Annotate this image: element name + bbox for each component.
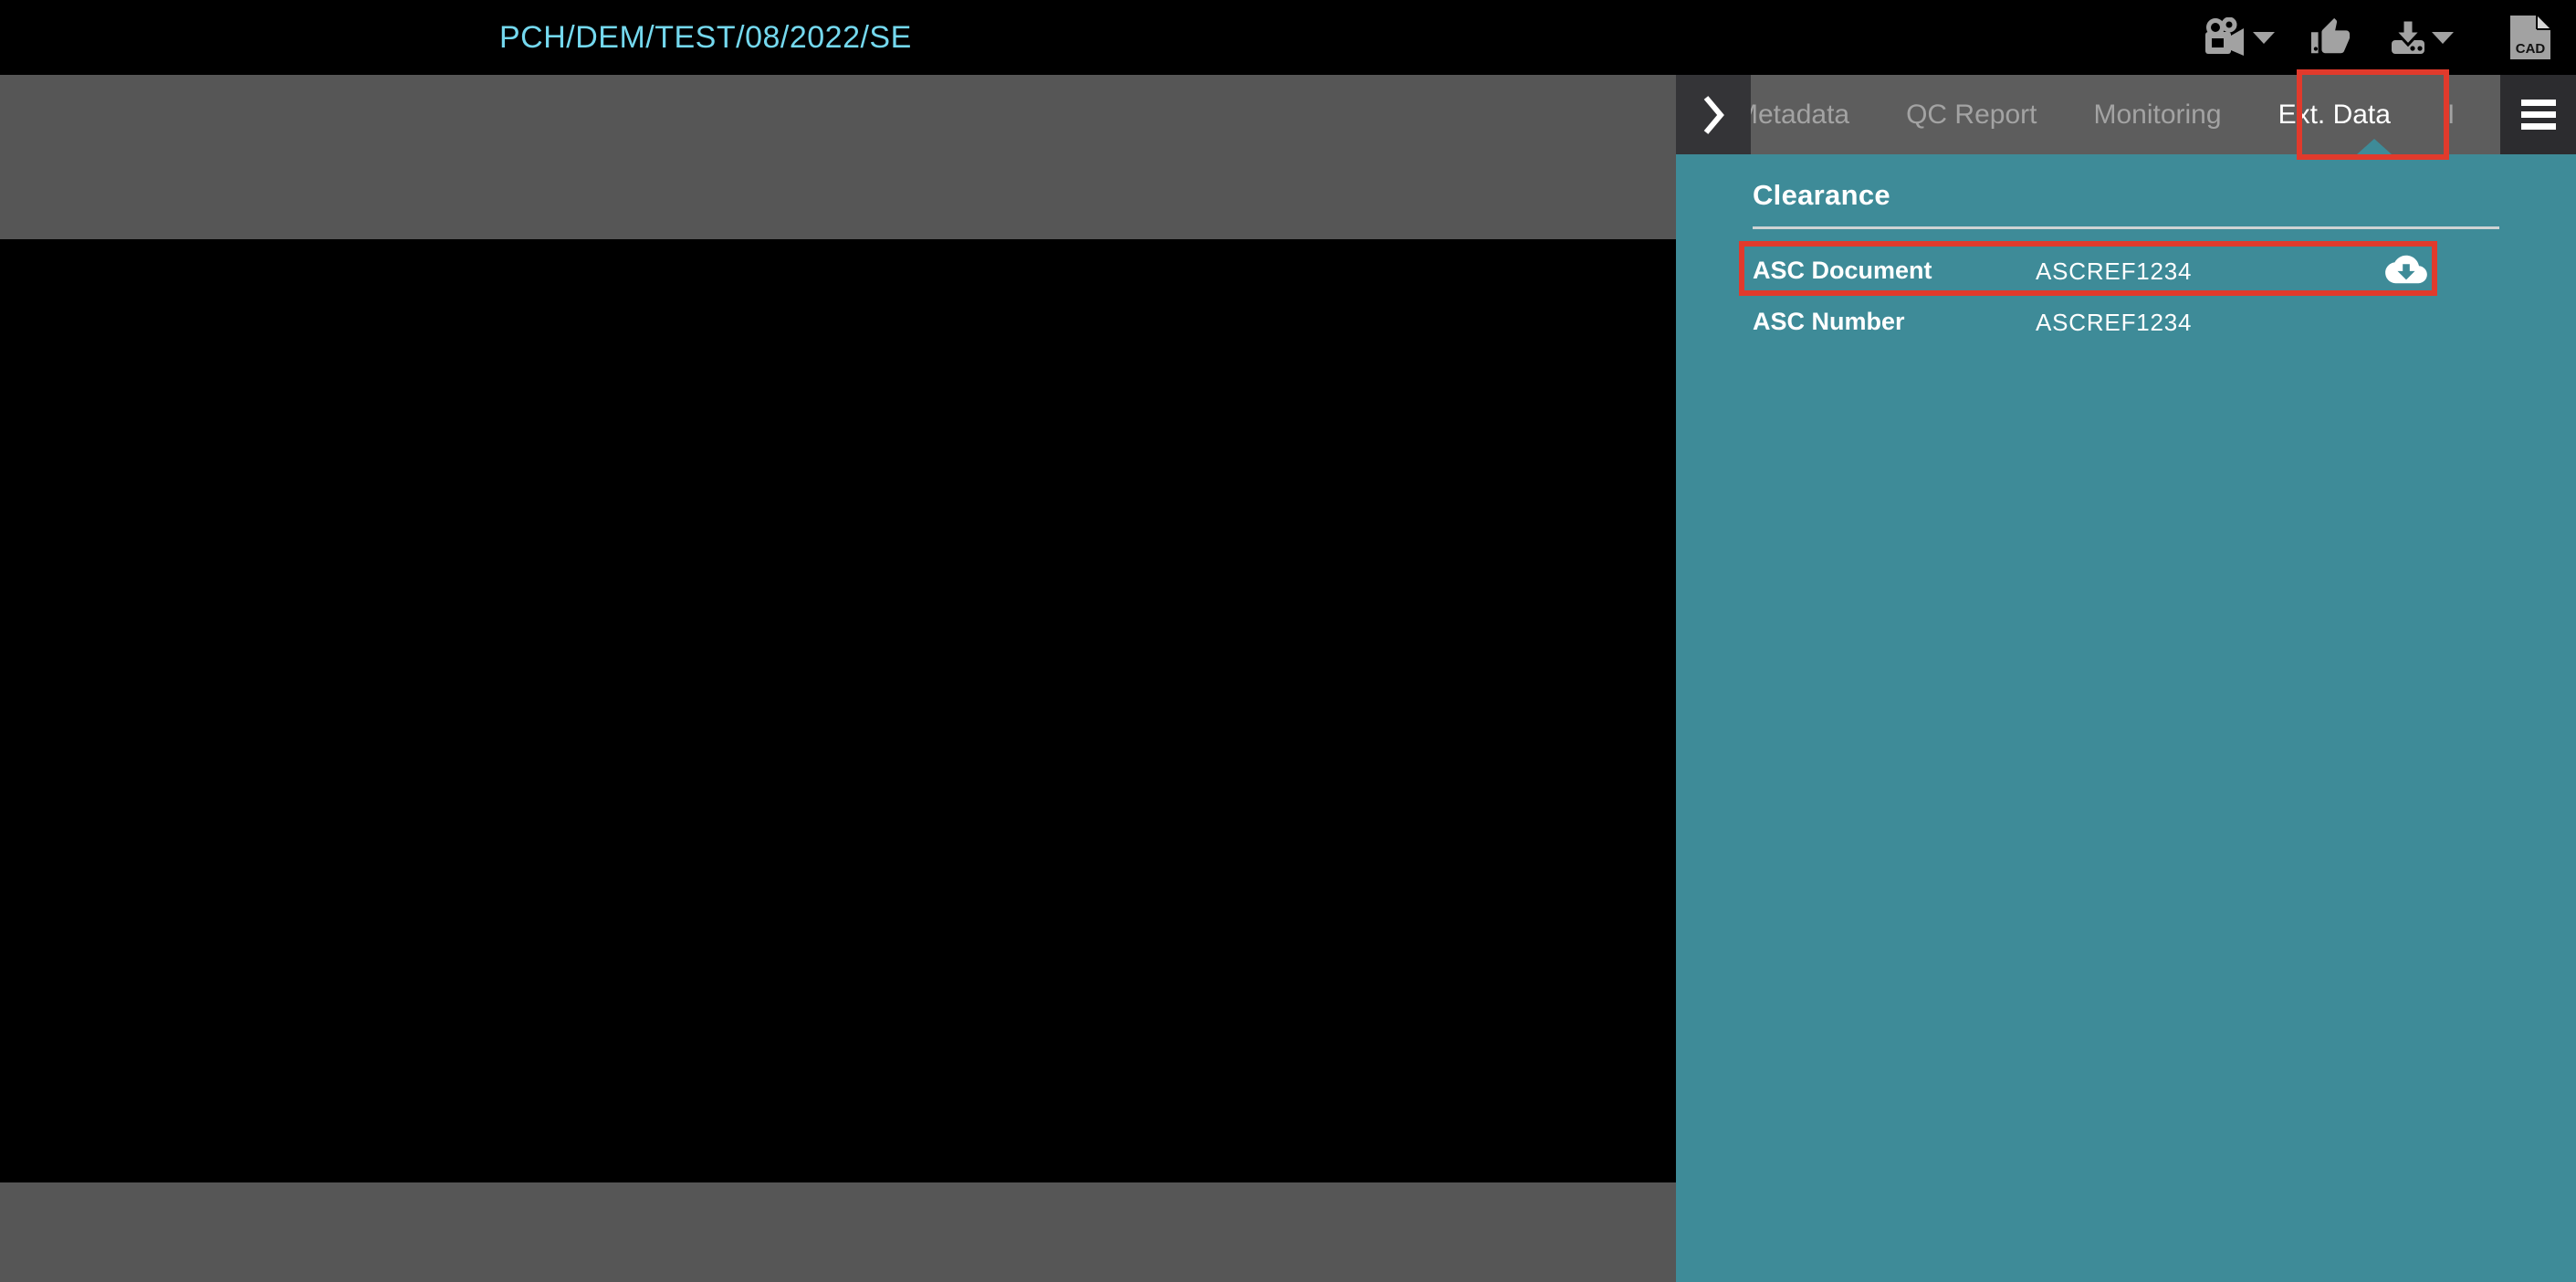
thumbs-up-icon bbox=[2309, 16, 2351, 58]
ext-data-panel: Clearance ASC Document ASCREF1234 ASC Nu… bbox=[1676, 154, 2576, 1282]
panel-menu-button[interactable] bbox=[2500, 75, 2576, 154]
asc-document-label: ASC Document bbox=[1753, 257, 1932, 284]
app-window: PCH/DEM/TEST/08/2022/SE bbox=[0, 0, 2576, 1282]
cad-export-button[interactable]: CAD bbox=[2510, 0, 2550, 75]
cloud-download-icon bbox=[2384, 250, 2428, 287]
video-camera-icon bbox=[2204, 17, 2249, 58]
side-panel: Metadata QC Report Monitoring Ext. Data … bbox=[1676, 75, 2576, 1282]
svg-text:CAD: CAD bbox=[2516, 41, 2546, 57]
section-title: Clearance bbox=[1753, 179, 1890, 212]
thumbs-up-button[interactable] bbox=[2309, 0, 2351, 75]
download-button[interactable] bbox=[2386, 0, 2430, 75]
download-dropdown[interactable] bbox=[2432, 0, 2454, 75]
tab-clipped[interactable]: I bbox=[2447, 100, 2455, 131]
asc-document-download-button[interactable] bbox=[2384, 250, 2428, 287]
video-camera-dropdown[interactable] bbox=[2253, 0, 2275, 75]
asc-number-value: ASCREF1234 bbox=[2036, 309, 2192, 336]
asset-title: PCH/DEM/TEST/08/2022/SE bbox=[499, 0, 912, 75]
panel-collapse-button[interactable] bbox=[1676, 75, 1751, 154]
tab-monitoring[interactable]: Monitoring bbox=[2093, 100, 2221, 131]
download-icon bbox=[2386, 16, 2430, 58]
chevron-down-icon bbox=[2432, 32, 2454, 44]
player-bottom-strip bbox=[0, 1182, 1676, 1282]
hamburger-icon bbox=[2521, 100, 2556, 106]
tab-qc-report[interactable]: QC Report bbox=[1906, 100, 2037, 131]
asc-number-label: ASC Number bbox=[1753, 308, 1905, 335]
video-player-area[interactable] bbox=[0, 75, 1676, 1282]
section-divider bbox=[1753, 226, 2499, 229]
cad-file-icon: CAD bbox=[2510, 16, 2550, 59]
panel-tab-bar: Metadata QC Report Monitoring Ext. Data … bbox=[1676, 75, 2576, 154]
video-camera-button[interactable] bbox=[2204, 0, 2249, 75]
chevron-right-icon bbox=[1702, 94, 1724, 136]
tab-metadata[interactable]: Metadata bbox=[1751, 100, 1849, 131]
header-bar: PCH/DEM/TEST/08/2022/SE bbox=[0, 0, 2576, 75]
asc-document-value: ASCREF1234 bbox=[2036, 257, 2192, 285]
chevron-down-icon bbox=[2253, 32, 2275, 44]
player-top-strip bbox=[0, 75, 1676, 239]
tab-ext-data[interactable]: Ext. Data bbox=[2278, 100, 2391, 131]
active-tab-caret bbox=[2357, 139, 2392, 154]
